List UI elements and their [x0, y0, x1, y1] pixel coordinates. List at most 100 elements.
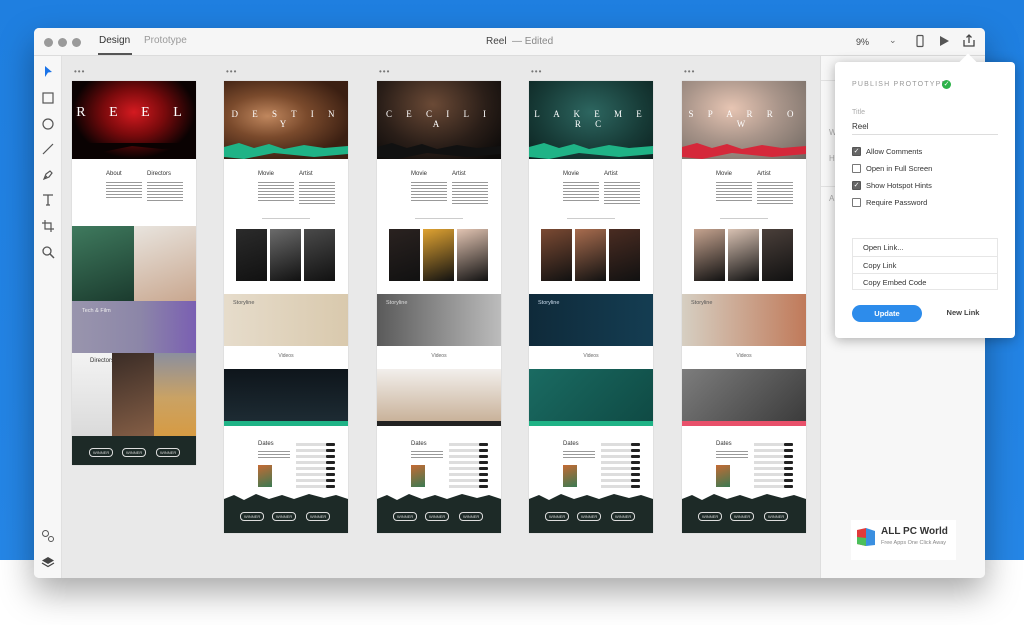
divider [415, 218, 463, 219]
zoom-tool-icon[interactable] [40, 244, 56, 260]
checkbox-checked-icon[interactable]: ✓ [852, 147, 861, 156]
layers-icon[interactable] [40, 554, 56, 570]
option-label: Show Hotspot Hints [866, 181, 932, 190]
artboard-reel[interactable]: R E E L About Directors Tech & Film Dire… [72, 81, 196, 465]
date-row [601, 467, 631, 470]
artboard-label[interactable]: ••• [531, 67, 542, 76]
storyline-heading: Storyline [538, 300, 560, 306]
ticket-button[interactable] [631, 455, 640, 458]
artboard-movie[interactable]: S P A R R O W Movie Artist Storyline Videos D… [682, 81, 806, 533]
artboard-label[interactable]: ••• [226, 67, 237, 76]
ticket-button[interactable] [784, 485, 793, 488]
videos-heading: Videos [431, 353, 447, 359]
video-player-bar[interactable] [377, 421, 501, 426]
tab-prototype[interactable]: Prototype [144, 35, 187, 46]
section-heading: Artist [452, 171, 466, 177]
ticket-button[interactable] [326, 485, 335, 488]
video-thumbnail[interactable] [529, 369, 653, 421]
artboard-movie[interactable]: C E C I L I A Movie Artist Storyline Videos D… [377, 81, 501, 533]
copy-embed-code-item[interactable]: Copy Embed Code [853, 273, 997, 290]
symbols-icon[interactable] [40, 528, 56, 544]
minimize-window-button[interactable] [58, 38, 67, 47]
share-icon[interactable] [962, 34, 976, 48]
play-icon[interactable] [937, 34, 951, 48]
title-input[interactable]: Reel [852, 122, 868, 131]
close-window-button[interactable] [44, 38, 53, 47]
ticket-button[interactable] [479, 461, 488, 464]
video-player-bar[interactable] [529, 421, 653, 426]
rectangle-tool-icon[interactable] [40, 90, 56, 106]
ticket-button[interactable] [631, 479, 640, 482]
ticket-button[interactable] [784, 443, 793, 446]
ticket-button[interactable] [479, 479, 488, 482]
artboard-label[interactable]: ••• [684, 67, 695, 76]
tab-design[interactable]: Design [99, 35, 130, 46]
date-row [296, 485, 326, 488]
ticket-button[interactable] [784, 449, 793, 452]
ticket-button[interactable] [479, 443, 488, 446]
checkbox-unchecked-icon[interactable] [852, 198, 861, 207]
ticket-button[interactable] [631, 467, 640, 470]
ticket-button[interactable] [326, 455, 335, 458]
chevron-down-icon[interactable]: ⌄ [889, 35, 897, 46]
ticket-button[interactable] [326, 479, 335, 482]
video-thumbnail[interactable] [377, 369, 501, 421]
ticket-button[interactable] [479, 473, 488, 476]
portrait-photo [112, 353, 154, 443]
ticket-button[interactable] [784, 479, 793, 482]
artboard-movie[interactable]: L A K E M E R C Movie Artist Storyline Video… [529, 81, 653, 533]
section-heading: Directors [147, 171, 172, 177]
brush-stroke [224, 143, 348, 159]
video-thumbnail[interactable] [682, 369, 806, 421]
copy-link-item[interactable]: Copy Link [853, 256, 997, 273]
ticket-button[interactable] [326, 473, 335, 476]
ticket-button[interactable] [784, 467, 793, 470]
line-tool-icon[interactable] [40, 141, 56, 157]
footer-brush [377, 494, 501, 505]
ticket-button[interactable] [784, 461, 793, 464]
artboard-tool-icon[interactable] [40, 218, 56, 234]
update-button[interactable]: Update [852, 305, 922, 322]
ticket-button[interactable] [479, 449, 488, 452]
ticket-button[interactable] [326, 467, 335, 470]
device-preview-icon[interactable] [913, 34, 927, 48]
artboard-movie[interactable]: D E S T I N Y Movie Artist Storyline Videos D… [224, 81, 348, 533]
video-player-bar[interactable] [224, 421, 348, 426]
ticket-button[interactable] [631, 443, 640, 446]
zoom-window-button[interactable] [72, 38, 81, 47]
popover-heading: PUBLISH PROTOTYPE [852, 81, 948, 88]
body-text [757, 182, 793, 206]
ticket-button[interactable] [326, 449, 335, 452]
ticket-button[interactable] [631, 449, 640, 452]
date-row [449, 461, 479, 464]
ticket-button[interactable] [326, 461, 335, 464]
video-player-bar[interactable] [682, 421, 806, 426]
section-heading: Artist [757, 171, 771, 177]
ticket-button[interactable] [326, 443, 335, 446]
artboard-label[interactable]: ••• [379, 67, 390, 76]
ticket-button[interactable] [479, 485, 488, 488]
zoom-level[interactable]: 9% [856, 37, 869, 47]
artboard-label[interactable]: ••• [74, 67, 85, 76]
checkbox-checked-icon[interactable]: ✓ [852, 181, 861, 190]
ellipse-tool-icon[interactable] [40, 116, 56, 132]
ticket-button[interactable] [784, 455, 793, 458]
document-title: Reel [486, 36, 507, 47]
checkbox-unchecked-icon[interactable] [852, 164, 861, 173]
date-row [296, 467, 326, 470]
ticket-button[interactable] [784, 473, 793, 476]
design-canvas[interactable]: ••• R E E L About Directors Tech & Film … [62, 56, 820, 578]
ticket-button[interactable] [631, 461, 640, 464]
open-link-item[interactable]: Open Link... [853, 239, 997, 256]
ticket-button[interactable] [479, 455, 488, 458]
cast-photo [457, 229, 488, 281]
ticket-button[interactable] [631, 485, 640, 488]
pen-tool-icon[interactable] [40, 167, 56, 183]
select-tool-icon[interactable] [40, 64, 56, 80]
new-link-button[interactable]: New Link [935, 308, 991, 317]
ticket-button[interactable] [631, 473, 640, 476]
video-thumbnail[interactable] [224, 369, 348, 421]
cast-photo [728, 229, 759, 281]
text-tool-icon[interactable] [40, 192, 56, 208]
ticket-button[interactable] [479, 467, 488, 470]
